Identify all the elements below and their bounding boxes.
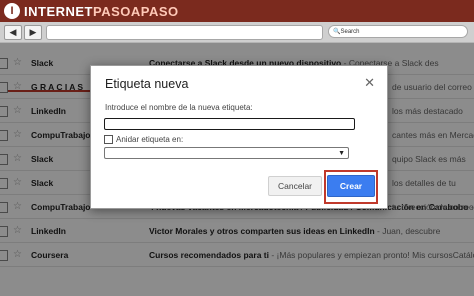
- address-bar[interactable]: [46, 25, 323, 40]
- browser-title-bar: I INTERNETPASOAPASO: [0, 0, 474, 22]
- nest-label-checkbox[interactable]: [104, 135, 113, 144]
- nest-label-text: Anidar etiqueta en:: [116, 135, 184, 144]
- parent-label-select[interactable]: ▼: [104, 147, 349, 159]
- label-name-input[interactable]: [104, 118, 355, 130]
- site-logo: I INTERNETPASOAPASO: [4, 0, 179, 22]
- forward-arrow-icon[interactable]: ▶: [24, 25, 42, 40]
- cancel-button[interactable]: Cancelar: [268, 176, 322, 196]
- logo-badge-icon: I: [4, 3, 20, 19]
- close-icon[interactable]: ✕: [364, 76, 375, 89]
- chevron-down-icon: ▼: [338, 150, 345, 157]
- browser-search-box[interactable]: 🔍Search: [328, 25, 468, 38]
- new-label-dialog: Etiqueta nueva ✕ Introduce el nombre de …: [90, 65, 388, 209]
- logo-text: INTERNETPASOAPASO: [24, 3, 179, 19]
- browser-toolbar: ◀ ▶ 🔍Search: [0, 22, 474, 43]
- label-name-prompt: Introduce el nombre de la nueva etiqueta…: [105, 103, 253, 112]
- nest-label-option[interactable]: Anidar etiqueta en:: [104, 135, 183, 144]
- create-button[interactable]: Crear: [327, 175, 375, 197]
- dialog-title: Etiqueta nueva: [105, 77, 189, 91]
- back-arrow-icon[interactable]: ◀: [4, 25, 22, 40]
